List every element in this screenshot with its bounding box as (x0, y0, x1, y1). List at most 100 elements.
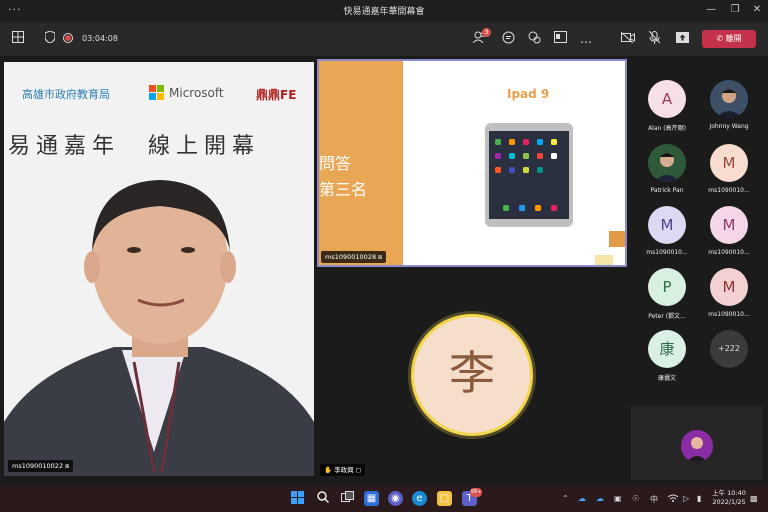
participant-name: ms1090010... (708, 311, 750, 318)
recording-icon (60, 31, 76, 47)
slide-decoration (609, 231, 625, 247)
maximize-icon[interactable]: ❐ (724, 2, 746, 18)
mic-off-small-icon: ◻ (355, 466, 362, 474)
leave-button[interactable]: ✆ 離開 (702, 30, 756, 48)
minimize-icon[interactable]: — (700, 2, 722, 18)
search-icon[interactable] (315, 491, 330, 506)
roster-participant[interactable]: Johnny Wang (698, 80, 760, 140)
participant-photo (648, 144, 686, 182)
logo-education-bureau: 高雄市政府教育局 (22, 88, 110, 101)
roster-participant[interactable]: M ms1090010... (698, 206, 760, 266)
teams-meeting-window: ··· 快易通嘉年華開幕會 — ❐ ✕ 03:04:08 3 … ✆ 離開 高雄… (0, 0, 768, 512)
active-speaker-label: ✋ 李政興 ◻ (320, 464, 366, 476)
task-view-icon[interactable] (340, 491, 355, 506)
participant-avatar: 康 (648, 330, 686, 368)
security-icon[interactable]: ☉ (632, 494, 639, 503)
participant-name: ms1090010... (708, 187, 750, 194)
slide-left-line2: 第三名 (319, 180, 368, 199)
self-view-tile[interactable] (631, 406, 762, 480)
participant-name: 康儷文 (657, 375, 676, 382)
input-method-indicator[interactable]: 中 (650, 494, 658, 505)
roster-participant[interactable]: M ms1090010... (636, 206, 698, 266)
clock-date: 2022/1/25 (712, 498, 746, 506)
slide-decoration (595, 255, 613, 265)
close-icon[interactable]: ✕ (746, 2, 768, 18)
ipad-screen (489, 131, 569, 219)
roster-participant[interactable]: 康 康儷文 (636, 330, 698, 390)
roster-participant[interactable]: M ms1090010... (698, 144, 760, 204)
participant-name: ms1090010... (708, 249, 750, 256)
window-title-bar: ··· 快易通嘉年華開幕會 — ❐ ✕ (0, 0, 768, 22)
meeting-stage: 高雄市政府教育局 Microsoft 鼎鼎FE 易通嘉年 線上開幕 ms1090… (0, 56, 768, 486)
onedrive-icon[interactable]: ☁ (596, 494, 604, 503)
roster-participant[interactable]: A Alan (高芹剛) (636, 80, 698, 140)
teams-tray-icon[interactable]: ▣ (614, 494, 622, 503)
phone-icon: ✆ (716, 34, 724, 43)
self-avatar (681, 430, 713, 462)
reactions-icon[interactable] (526, 31, 542, 47)
participant-name: Patrick Pan (650, 187, 684, 194)
layout-grid-icon[interactable] (10, 31, 26, 47)
windows-start-icon[interactable] (290, 491, 305, 506)
slide-left-text: 問答 第三名 (319, 151, 367, 203)
mic-off-icon[interactable] (646, 30, 662, 47)
participant-name: Peter (鄧文... (648, 313, 686, 320)
main-video-tile[interactable]: 高雄市政府教育局 Microsoft 鼎鼎FE 易通嘉年 線上開幕 ms1090… (4, 62, 314, 476)
wifi-icon[interactable] (667, 494, 679, 504)
participant-avatar: M (710, 206, 748, 244)
roster-participant[interactable]: M ms1090010... (698, 268, 760, 328)
logo-right: 鼎鼎FE (256, 88, 297, 102)
notification-center-icon[interactable]: ▩ (750, 494, 758, 503)
microsoft-logo-icon (149, 85, 165, 101)
logo-microsoft: Microsoft (169, 86, 224, 100)
screen-share-indicator-icon: ⧈ (65, 462, 70, 470)
participants-badge: 3 (482, 28, 491, 37)
file-explorer-icon[interactable]: □ (437, 491, 452, 506)
roster-participant[interactable]: Patrick Pan (636, 144, 698, 204)
shared-screen-tile[interactable]: 問答 第三名 Ipad 9 ms1090010028 ⧈ (317, 59, 627, 267)
system-clock[interactable]: 上午 10:40 2022/1/25 (712, 489, 746, 507)
chat-icon[interactable] (500, 31, 516, 47)
more-actions-icon[interactable]: … (578, 31, 594, 47)
presenter-video (4, 180, 314, 476)
screen-share-indicator-icon: ⧈ (378, 253, 383, 261)
widgets-icon[interactable]: ▦ (364, 491, 379, 506)
roster-more-participants[interactable]: +222 (698, 330, 760, 390)
slide-heading: Ipad 9 (507, 87, 550, 101)
shield-icon (42, 30, 58, 47)
participant-name: Alan (高芹剛) (648, 125, 686, 132)
share-screen-icon[interactable] (674, 31, 690, 47)
meeting-toolbar: 03:04:08 3 … ✆ 離開 (0, 22, 768, 56)
camera-off-icon[interactable] (620, 31, 636, 47)
participant-avatar: P (648, 268, 686, 306)
breakout-rooms-icon[interactable] (552, 31, 568, 47)
slide-left-line1: 問答 (319, 154, 352, 173)
participant-name: ms1090010028 (325, 253, 377, 261)
more-participants-count: +222 (710, 330, 748, 368)
sponsor-logos: 高雄市政府教育局 Microsoft 鼎鼎FE (4, 82, 314, 106)
participant-name: ms1090010... (646, 249, 688, 256)
show-hidden-icons[interactable]: ⌃ (562, 494, 569, 503)
onedrive-icon[interactable]: ☁ (578, 494, 586, 503)
participant-photo (710, 80, 748, 118)
active-speaker-avatar[interactable]: 李 (411, 314, 533, 436)
teams-badge: 99+ (470, 488, 482, 497)
battery-icon[interactable]: ▮ (697, 494, 701, 503)
participant-avatar: M (710, 268, 748, 306)
meeting-timer: 03:04:08 (82, 34, 118, 43)
main-video-label: ms1090010022 ⧈ (8, 460, 74, 472)
edge-browser-icon[interactable]: e (412, 491, 427, 506)
shared-screen-label: ms1090010028 ⧈ (321, 251, 387, 263)
speaker-icon[interactable]: ▷ (683, 494, 689, 503)
ipad-image (485, 123, 573, 227)
participant-name: 李政興 (334, 466, 354, 474)
clock-time: 上午 10:40 (712, 489, 746, 497)
chat-app-icon[interactable]: ◉ (388, 491, 403, 506)
participant-avatar: M (648, 206, 686, 244)
leave-label: 離開 (725, 34, 742, 43)
participant-name: ms1090010022 (12, 462, 64, 470)
raised-hand-icon: ✋ (324, 466, 333, 474)
participant-name: Johnny Wang (709, 123, 749, 130)
window-title: 快易通嘉年華開幕會 (343, 7, 425, 17)
roster-participant[interactable]: P Peter (鄧文... (636, 268, 698, 328)
